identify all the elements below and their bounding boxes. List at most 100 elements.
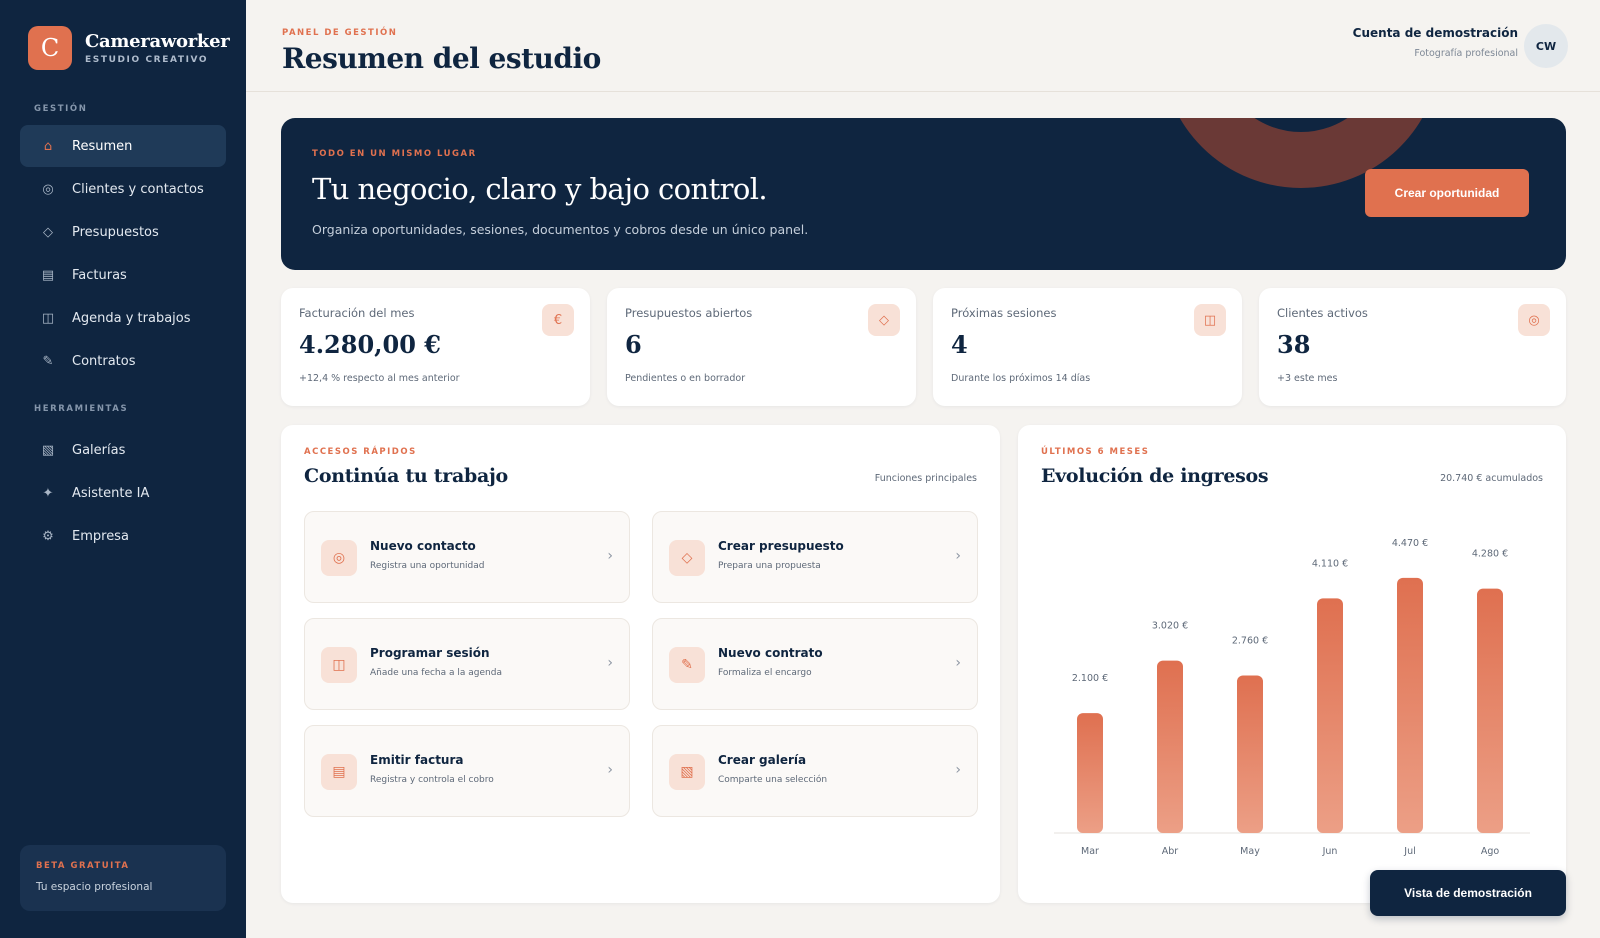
stat-value: 38 [1277,330,1311,359]
chart-tick-label: Jun [1322,846,1338,857]
stat-value: 6 [625,330,642,359]
contacts-icon: ◎ [321,540,357,576]
stat-note: Durante los próximos 14 días [951,373,1091,384]
page-header: PANEL DE GESTIÓN Resumen del estudio Cue… [246,0,1600,92]
pen-icon: ✎ [669,647,705,683]
quick-action-crear-presupuesto[interactable]: ◇ Crear presupuesto Prepara una propuest… [652,511,978,603]
sidebar-item-label: Asistente IA [72,485,150,501]
quick-action-subtitle: Añade una fecha a la agenda [370,668,502,678]
calendar-icon: ◫ [321,647,357,683]
stat-card-clientes[interactable]: Clientes activos 38 +3 este mes ◎ [1259,288,1566,406]
sidebar-item-label: Presupuestos [72,224,159,240]
sidebar-item-contratos[interactable]: ✎ Contratos [20,340,226,382]
quick-action-crear-galeria[interactable]: ▧ Crear galería Comparte una selección › [652,725,978,817]
page-title: Resumen del estudio [282,42,601,75]
create-opportunity-button[interactable]: Crear oportunidad [1365,169,1529,217]
avatar[interactable]: CW [1524,24,1568,68]
chart-bar-jul[interactable] [1397,577,1423,833]
home-icon: ⌂ [43,138,53,154]
sidebar-item-facturas[interactable]: ▤ Facturas [20,254,226,296]
sidebar-section-herramientas: HERRAMIENTAS [34,404,129,414]
chart-data-label: 3.020 € [1152,621,1188,632]
chart-bar-may[interactable] [1237,675,1263,833]
hero-subtitle: Organiza oportunidades, sesiones, docume… [312,222,809,237]
diamond-icon: ◇ [43,224,53,240]
chevron-right-icon: › [955,655,961,671]
quick-actions-panel: ACCESOS RÁPIDOS Continúa tu trabajo Func… [281,425,1000,903]
hero-banner: TODO EN UN MISMO LUGAR Tu negocio, claro… [281,118,1566,270]
chart-data-label: 2.100 € [1072,673,1108,684]
quick-action-title: Nuevo contacto [370,539,476,553]
stat-card-sesiones[interactable]: Próximas sesiones 4 Durante los próximos… [933,288,1242,406]
hero-kicker: TODO EN UN MISMO LUGAR [312,149,477,159]
sidebar-item-label: Agenda y trabajos [72,310,191,326]
panel-title: Continúa tu trabajo [304,465,508,487]
chart-data-label: 4.470 € [1392,538,1428,549]
stat-note: +12,4 % respecto al mes anterior [299,373,460,384]
chart-data-label: 4.110 € [1312,558,1348,569]
quick-action-emitir-factura[interactable]: ▤ Emitir factura Registra y controla el … [304,725,630,817]
chevron-right-icon: › [607,762,613,778]
sidebar-item-clientes[interactable]: ◎ Clientes y contactos [20,168,226,210]
invoice-icon: ▤ [41,267,55,283]
chevron-right-icon: › [955,548,961,564]
chart-bar-ago[interactable] [1477,588,1503,833]
stat-value: 4.280,00 € [299,330,441,359]
contacts-icon: ◎ [1518,304,1550,336]
page-kicker: PANEL DE GESTIÓN [282,28,398,38]
quick-action-subtitle: Prepara una propuesta [718,561,821,571]
stat-label: Próximas sesiones [951,306,1057,320]
brand[interactable]: C Cameraworker ESTUDIO CREATIVO [28,26,230,70]
beta-card: BETA GRATUITA Tu espacio profesional [20,845,226,911]
calendar-icon: ◫ [1194,304,1226,336]
euro-icon: € [542,304,574,336]
gear-icon: ⚙ [42,528,54,544]
sidebar-item-label: Galerías [72,442,126,458]
chart-bar-jun[interactable] [1317,598,1343,833]
beta-title: BETA GRATUITA [36,861,130,871]
quick-action-subtitle: Registra y controla el cobro [370,775,494,785]
brand-name: Cameraworker [85,31,230,52]
brand-logo: C [28,26,72,70]
diamond-icon: ◇ [868,304,900,336]
sidebar-item-asistente-ia[interactable]: ✦ Asistente IA [20,472,226,514]
chart-tick-label: Abr [1162,846,1179,857]
chart-data-label: 4.280 € [1472,549,1508,560]
beta-subtitle: Tu espacio profesional [36,881,153,893]
quick-action-title: Nuevo contrato [718,646,823,660]
stat-note: Pendientes o en borrador [625,373,746,384]
stat-value: 4 [951,330,968,359]
sparkle-icon: ✦ [42,485,54,501]
account-info[interactable]: Cuenta de demostración Fotografía profes… [1353,26,1518,59]
sidebar-item-empresa[interactable]: ⚙ Empresa [20,515,226,557]
chart-bar-mar[interactable] [1077,713,1103,833]
sidebar-item-presupuestos[interactable]: ◇ Presupuestos [20,211,226,253]
sidebar-item-resumen[interactable]: ⌂ Resumen [20,125,226,167]
revenue-chart: 2.100 € Mar 3.020 € Abr 2.760 € May 4.110 € Jun… [1054,538,1530,857]
chart-bar-abr[interactable] [1157,660,1183,833]
diamond-icon: ◇ [669,540,705,576]
sidebar-item-label: Contratos [72,353,136,369]
quick-action-title: Crear presupuesto [718,539,844,553]
stat-card-facturacion[interactable]: Facturación del mes 4.280,00 € +12,4 % r… [281,288,590,406]
quick-action-nuevo-contrato[interactable]: ✎ Nuevo contrato Formaliza el encargo › [652,618,978,710]
quick-action-subtitle: Comparte una selección [718,775,828,785]
sidebar-item-agenda[interactable]: ◫ Agenda y trabajos [20,297,226,339]
stat-card-presupuestos[interactable]: Presupuestos abiertos 6 Pendientes o en … [607,288,916,406]
gallery-icon: ▧ [669,754,705,790]
quick-action-subtitle: Registra una oportunidad [370,561,485,571]
hero-title: Tu negocio, claro y bajo control. [312,172,768,206]
chevron-right-icon: › [607,655,613,671]
stat-note: +3 este mes [1277,373,1338,384]
contacts-icon: ◎ [42,181,54,197]
sidebar-item-galerias[interactable]: ▧ Galerías [20,429,226,471]
chart-tick-label: Mar [1081,846,1099,857]
quick-action-programar-sesion[interactable]: ◫ Programar sesión Añade una fecha a la … [304,618,630,710]
stat-label: Presupuestos abiertos [625,306,753,320]
panel-kicker: ACCESOS RÁPIDOS [304,447,417,457]
quick-action-title: Programar sesión [370,646,490,660]
quick-action-title: Emitir factura [370,753,464,767]
demo-view-button[interactable]: Vista de demostración [1370,870,1566,916]
account-role: Fotografía profesional [1414,48,1518,59]
quick-action-nuevo-contacto[interactable]: ◎ Nuevo contacto Registra una oportunida… [304,511,630,603]
